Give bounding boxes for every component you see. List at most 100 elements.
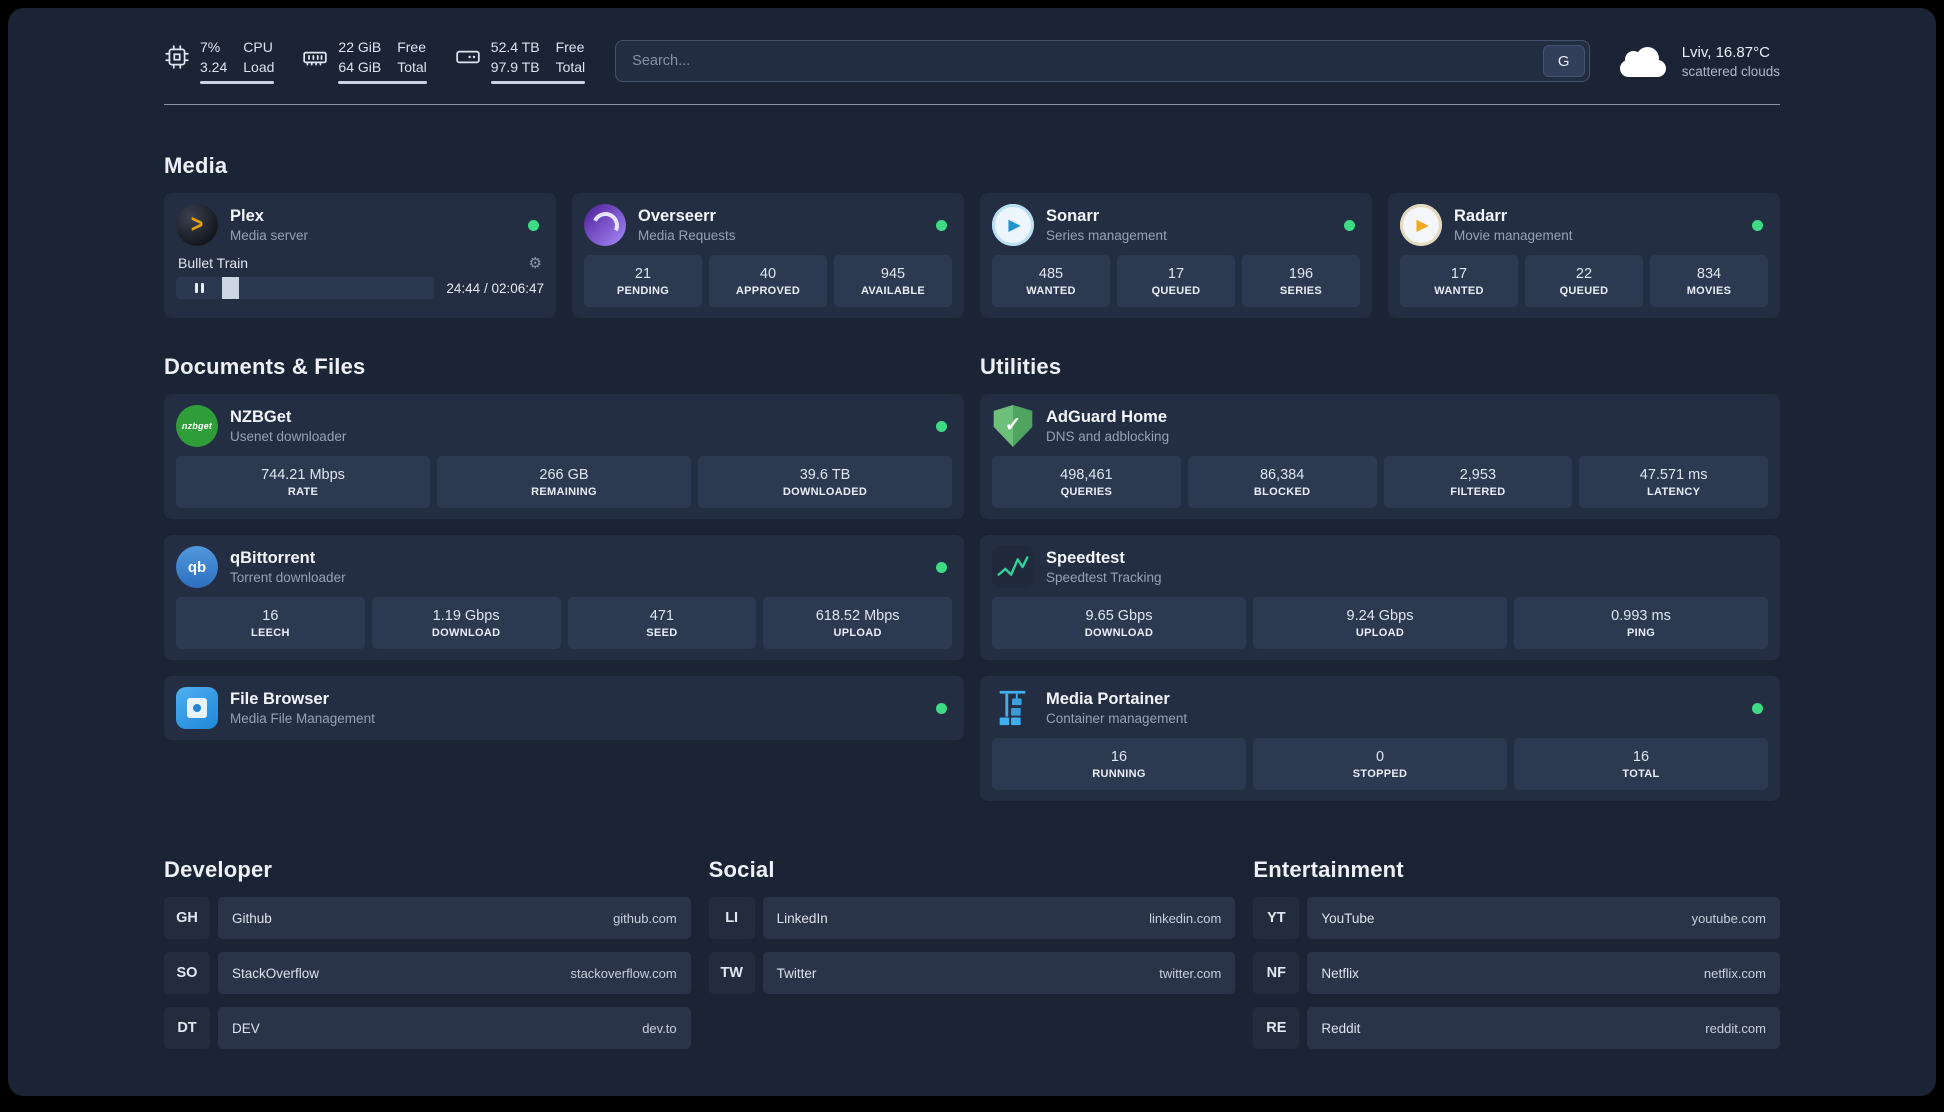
status-dot bbox=[936, 561, 947, 573]
adguard-icon bbox=[993, 405, 1033, 447]
stat-value: 17 bbox=[1167, 265, 1185, 282]
section-title-developer: Developer bbox=[164, 857, 273, 882]
stat-label: RATE bbox=[287, 485, 319, 498]
service-card-nzbget[interactable]: NZBGet Usenet downloader 744.21 Mbps RAT… bbox=[164, 394, 964, 519]
stat-value: 22 bbox=[1575, 265, 1593, 282]
bookmark-github[interactable]: GH Github github.com bbox=[164, 897, 691, 939]
radarr-icon bbox=[1400, 204, 1442, 246]
search-bar: G bbox=[615, 40, 1590, 82]
cpu-load: 3.24 bbox=[200, 59, 228, 75]
service-desc: Speedtest Tracking bbox=[1046, 570, 1162, 586]
bookmark-reddit[interactable]: RE Reddit reddit.com bbox=[1253, 1007, 1780, 1049]
bookmark-name: Twitter bbox=[776, 965, 817, 981]
stat-value: 0 bbox=[1375, 748, 1385, 765]
stat-tile: 16 LEECH bbox=[176, 597, 365, 649]
memory-free: 22 GiB bbox=[338, 38, 382, 55]
stat-label: WANTED bbox=[1434, 284, 1484, 297]
service-card-overseerr[interactable]: Overseerr Media Requests 21 PENDING 40 A… bbox=[572, 193, 964, 318]
bookmark-stackoverflow[interactable]: SO StackOverflow stackoverflow.com bbox=[164, 952, 691, 994]
now-playing-title: Bullet Train bbox=[178, 255, 249, 271]
bookmark-url: dev.to bbox=[642, 1020, 677, 1036]
cpu-icon bbox=[165, 45, 189, 69]
sonarr-icon bbox=[992, 204, 1034, 246]
stat-label: SEED bbox=[646, 626, 678, 639]
stat-tile: 485 WANTED bbox=[992, 255, 1110, 307]
service-desc: Torrent downloader bbox=[230, 570, 346, 586]
stat-label: REMAINING bbox=[531, 485, 597, 498]
bookmark-youtube[interactable]: YT YouTube youtube.com bbox=[1253, 897, 1780, 939]
stat-tile: 39.6 TB DOWNLOADED bbox=[698, 456, 952, 508]
memory-widget: 22 GiB Free 64 GiB Total bbox=[302, 38, 427, 85]
stat-tile: 17 WANTED bbox=[1400, 255, 1518, 307]
stat-value: 0.993 ms bbox=[1611, 607, 1671, 624]
memory-total-label: Total bbox=[397, 59, 427, 75]
search-provider-button[interactable]: G bbox=[1542, 45, 1585, 77]
stat-label: MOVIES bbox=[1686, 284, 1732, 297]
section-title-social: Social bbox=[708, 857, 775, 882]
service-desc: Usenet downloader bbox=[230, 429, 347, 445]
status-dot bbox=[936, 219, 947, 231]
media-section: Media Plex Media server Bullet Train bbox=[164, 153, 1780, 318]
service-name: Speedtest bbox=[1046, 548, 1125, 567]
bookmark-url: linkedin.com bbox=[1149, 910, 1222, 926]
service-card-adguard[interactable]: AdGuard Home DNS and adblocking 498,461 … bbox=[980, 394, 1780, 519]
bookmark-linkedin[interactable]: LI LinkedIn linkedin.com bbox=[708, 897, 1236, 939]
stat-tile: 744.21 Mbps RATE bbox=[176, 456, 430, 508]
bookmark-url: stackoverflow.com bbox=[570, 965, 677, 981]
service-card-speedtest[interactable]: Speedtest Speedtest Tracking 9.65 Gbps D… bbox=[980, 535, 1780, 660]
stat-label: LEECH bbox=[250, 626, 290, 639]
search-input[interactable] bbox=[615, 40, 1590, 82]
service-name: qBittorrent bbox=[230, 548, 316, 567]
status-dot bbox=[1752, 702, 1763, 714]
stat-value: 9.65 Gbps bbox=[1085, 607, 1153, 624]
service-card-portainer[interactable]: Media Portainer Container management 16 … bbox=[980, 676, 1780, 801]
bookmark-url: github.com bbox=[613, 910, 677, 926]
stat-label: QUERIES bbox=[1060, 485, 1113, 498]
bookmark-name: Netflix bbox=[1321, 965, 1359, 981]
stat-label: STOPPED bbox=[1352, 767, 1408, 780]
service-name: Sonarr bbox=[1046, 206, 1100, 225]
bookmark-netflix[interactable]: NF Netflix netflix.com bbox=[1253, 952, 1780, 994]
disk-total-label: Total bbox=[555, 59, 586, 75]
bookmark-url: reddit.com bbox=[1705, 1020, 1766, 1036]
stat-label: BLOCKED bbox=[1253, 485, 1311, 498]
stat-label: LATENCY bbox=[1647, 485, 1701, 498]
service-desc: Media File Management bbox=[230, 711, 375, 727]
service-card-filebrowser[interactable]: File Browser Media File Management bbox=[164, 676, 964, 740]
memory-free-label: Free bbox=[397, 38, 427, 55]
bookmark-twitter[interactable]: TW Twitter twitter.com bbox=[708, 952, 1236, 994]
weather-widget[interactable]: Lviv, 16.87°C scattered clouds bbox=[1619, 44, 1780, 79]
bookmark-abbr: SO bbox=[164, 952, 210, 994]
bookmark-url: netflix.com bbox=[1703, 965, 1766, 981]
service-card-radarr[interactable]: Radarr Movie management 17 WANTED 22 QUE… bbox=[1388, 193, 1780, 318]
stat-tile: 196 SERIES bbox=[1242, 255, 1360, 307]
stat-value: 86,384 bbox=[1259, 466, 1305, 483]
settings-gear-icon[interactable] bbox=[529, 256, 542, 271]
nzbget-icon bbox=[176, 405, 218, 447]
bookmark-abbr: TW bbox=[708, 952, 755, 994]
stat-label: PING bbox=[1626, 626, 1656, 639]
status-dot bbox=[936, 702, 947, 714]
service-card-sonarr[interactable]: Sonarr Series management 485 WANTED 17 Q… bbox=[980, 193, 1372, 318]
service-card-plex[interactable]: Plex Media server Bullet Train 24:44 / 0… bbox=[164, 193, 556, 318]
playback-progress-bar[interactable] bbox=[222, 277, 435, 299]
service-name: Media Portainer bbox=[1046, 689, 1170, 708]
service-name: AdGuard Home bbox=[1046, 407, 1168, 426]
service-desc: Media Requests bbox=[638, 228, 736, 244]
service-desc: Series management bbox=[1046, 228, 1167, 244]
stat-tile: 0 STOPPED bbox=[1253, 738, 1507, 790]
stat-label: WANTED bbox=[1026, 284, 1076, 297]
stat-value: 16 bbox=[1632, 748, 1650, 765]
stat-tile: 0.993 ms PING bbox=[1514, 597, 1768, 649]
disk-usage-bar bbox=[490, 81, 586, 85]
plex-icon bbox=[176, 204, 218, 246]
stat-value: 834 bbox=[1696, 265, 1722, 282]
stat-value: 40 bbox=[759, 265, 777, 282]
pause-button[interactable] bbox=[176, 277, 222, 299]
service-card-qbittorrent[interactable]: qBittorrent Torrent downloader 16 LEECH … bbox=[164, 535, 964, 660]
section-title-media: Media bbox=[164, 153, 228, 178]
stat-value: 9.24 Gbps bbox=[1346, 607, 1414, 624]
status-dot bbox=[1752, 219, 1763, 231]
bookmark-dev[interactable]: DT DEV dev.to bbox=[164, 1007, 691, 1049]
stat-label: QUEUED bbox=[1559, 284, 1609, 297]
